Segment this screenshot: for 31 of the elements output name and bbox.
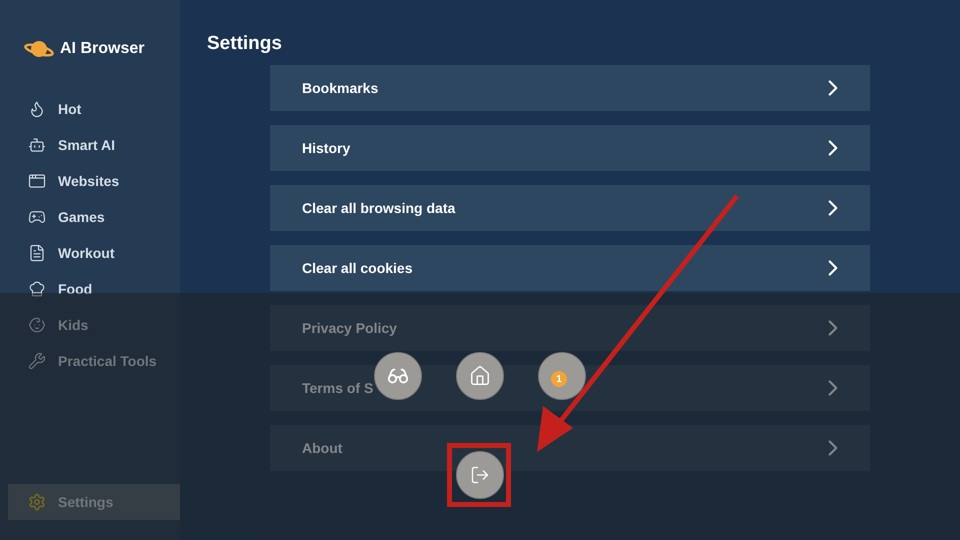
settings-row[interactable]: About — [270, 425, 870, 471]
baby-face-icon — [28, 316, 46, 334]
home-button[interactable] — [456, 352, 504, 400]
document-icon — [28, 244, 46, 262]
exit-icon — [470, 465, 490, 485]
settings-icon — [28, 493, 46, 511]
chef-hat-icon — [28, 280, 46, 298]
planet-logo-icon — [24, 38, 54, 60]
exit-button[interactable] — [456, 451, 504, 499]
sidebar-item[interactable]: Smart AI — [0, 127, 180, 163]
app-name: AI Browser — [60, 39, 144, 59]
settings-row[interactable]: Clear all browsing data — [270, 185, 870, 231]
highlight-frame — [447, 443, 511, 507]
settings-row[interactable]: Clear all cookies — [270, 245, 870, 291]
page-title: Settings — [206, 32, 283, 56]
settings-row[interactable]: History — [270, 125, 870, 171]
settings-row[interactable]: Bookmarks — [270, 65, 870, 111]
sidebar-item[interactable]: Food — [0, 271, 180, 307]
gamepad-icon — [28, 208, 46, 226]
settings-row[interactable]: Privacy Policy — [270, 305, 870, 351]
sidebar-item[interactable]: Hot — [0, 91, 180, 127]
sidebar-item[interactable]: Websites — [0, 163, 180, 199]
robot-icon — [28, 136, 46, 154]
incognito-button[interactable] — [374, 352, 422, 400]
tab-count-badge: 1 — [551, 371, 567, 387]
sidebar-item[interactable]: Games — [0, 199, 180, 235]
flame-icon — [28, 100, 46, 118]
browser-window-icon — [28, 172, 46, 190]
sidebar-item[interactable]: Workout — [0, 235, 180, 271]
home-icon — [469, 365, 491, 387]
wrench-icon — [28, 352, 46, 370]
